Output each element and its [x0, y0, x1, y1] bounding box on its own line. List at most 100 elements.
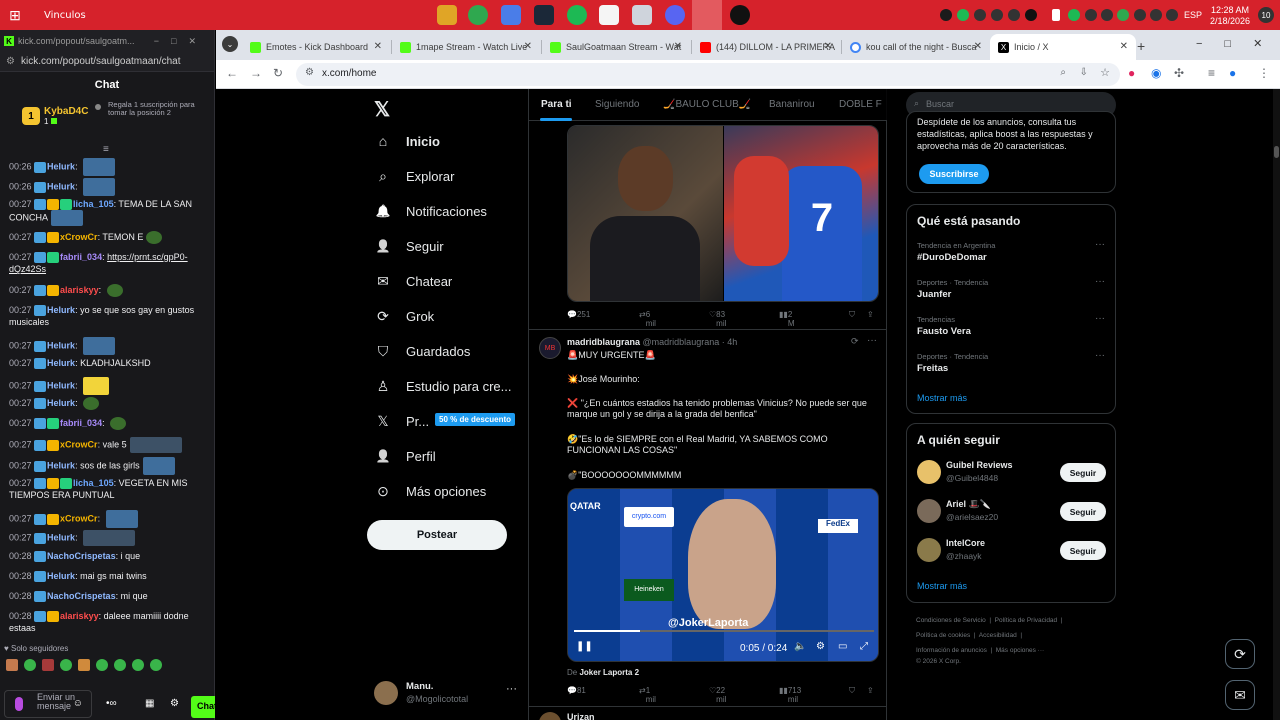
bookmark-icon[interactable]: ⛉: [849, 686, 855, 696]
trend-name[interactable]: Freitas: [917, 363, 948, 374]
tab-kick-dashboard[interactable]: Emotes - Kick Dashboard ✕: [242, 34, 390, 60]
message-username[interactable]: Helurk: [47, 181, 75, 191]
bookmark-icon[interactable]: ⛉: [849, 310, 855, 320]
store-icon[interactable]: ▦: [145, 698, 154, 709]
back-icon[interactable]: ←: [226, 66, 238, 80]
nav-item-studio[interactable]: ♙ Estudio para cre...: [374, 374, 512, 398]
footer-link[interactable]: Política de cookies: [916, 632, 970, 639]
reload-icon[interactable]: ↻: [273, 66, 283, 80]
trend-more-icon[interactable]: ···: [1095, 239, 1105, 250]
app-icon-2[interactable]: [632, 5, 652, 25]
window-controls[interactable]: −□✕: [1196, 37, 1280, 50]
emote[interactable]: [96, 659, 108, 671]
reply-button[interactable]: 💬 81: [567, 686, 586, 695]
message-username[interactable]: Helurk: [47, 532, 75, 542]
tray-icon[interactable]: [1134, 9, 1146, 21]
footer-link[interactable]: Información de anuncios: [916, 647, 987, 654]
who-show-more[interactable]: Mostrar más: [917, 581, 967, 591]
video-progress[interactable]: [574, 630, 874, 632]
share-icon[interactable]: ⇪: [867, 686, 874, 695]
author-name[interactable]: madridblaugrana: [567, 337, 640, 347]
tweet-image[interactable]: 7: [567, 125, 879, 302]
trend-name[interactable]: Juanfer: [917, 289, 951, 300]
nav-item-bookmark[interactable]: ⛉ Guardados: [374, 339, 471, 363]
pinned-menu-icon[interactable]: ≡: [103, 144, 109, 155]
mic-icon[interactable]: [1052, 9, 1060, 21]
tray-icon[interactable]: [1117, 9, 1129, 21]
tab-close-icon[interactable]: ✕: [524, 41, 532, 52]
emote[interactable]: [114, 659, 126, 671]
emote[interactable]: [83, 337, 116, 355]
x-logo-icon[interactable]: 𝕏: [374, 97, 390, 122]
forward-icon[interactable]: →: [250, 66, 262, 80]
emote[interactable]: [83, 377, 110, 395]
windows-start-icon[interactable]: ⊞: [0, 0, 30, 30]
message-username[interactable]: Helurk: [47, 460, 75, 470]
trends-show-more[interactable]: Mostrar más: [917, 393, 967, 403]
tab-close-icon[interactable]: ✕: [374, 41, 382, 52]
tray-icon[interactable]: [1025, 9, 1037, 21]
message-username[interactable]: alariskyy: [60, 611, 99, 621]
tab-baulo-club[interactable]: 🏒BAULO CLUB🏒: [663, 99, 751, 110]
chrome-menu-icon[interactable]: ⋮: [1258, 66, 1270, 80]
volume-icon[interactable]: [1101, 9, 1113, 21]
grok-fab-icon[interactable]: ⟳: [1225, 639, 1255, 669]
install-icon[interactable]: ⇩: [1080, 67, 1088, 78]
zoom-icon[interactable]: ⌕: [1060, 67, 1066, 78]
message-username[interactable]: Helurk: [47, 380, 75, 390]
messages-fab-icon[interactable]: ✉: [1225, 680, 1255, 710]
avatar[interactable]: [917, 538, 941, 562]
emote[interactable]: [150, 659, 162, 671]
message-username[interactable]: fabrii_034: [60, 252, 102, 262]
share-icon[interactable]: ⇪: [867, 310, 874, 319]
profile-avatar-icon[interactable]: ●: [1229, 66, 1236, 80]
footer-link[interactable]: Más opciones ···: [996, 647, 1044, 654]
emote[interactable]: [83, 397, 100, 411]
suggested-user-name[interactable]: IntelCore: [946, 538, 985, 548]
bookmark-star-icon[interactable]: ☆: [1100, 66, 1110, 79]
nav-item-more-circle[interactable]: ⊙ Más opciones: [374, 479, 486, 503]
steam-icon[interactable]: [534, 5, 554, 25]
tab-x-home[interactable]: X Inicio / X ✕: [990, 34, 1136, 60]
like-button[interactable]: ♡ 83 mil: [709, 310, 726, 328]
emote[interactable]: [106, 284, 123, 298]
mic-icon[interactable]: [15, 697, 23, 711]
emote[interactable]: [142, 457, 175, 475]
chat-input[interactable]: Enviar un mensaje ☺: [4, 690, 92, 718]
message-username[interactable]: xCrowCr: [60, 439, 98, 449]
trend-more-icon[interactable]: ···: [1095, 313, 1105, 324]
views-button[interactable]: ▮▮ 713 mil: [779, 686, 801, 704]
media-controls-icon[interactable]: ≡: [1208, 66, 1215, 80]
like-button[interactable]: ♡ 22 mil: [709, 686, 726, 704]
emote[interactable]: [78, 659, 90, 671]
views-button[interactable]: ▮▮ 2 M: [779, 310, 794, 328]
trend-more-icon[interactable]: ···: [1095, 276, 1105, 287]
emote[interactable]: [105, 510, 138, 528]
emote[interactable]: [42, 659, 54, 671]
pip-icon[interactable]: ▭: [838, 641, 847, 652]
chrome-active-icon[interactable]: [692, 0, 722, 30]
tray-icon[interactable]: [940, 9, 952, 21]
tab-close-icon[interactable]: ✕: [1120, 41, 1128, 52]
chrome-icon[interactable]: [468, 5, 488, 25]
tab-following[interactable]: Siguiendo: [595, 99, 639, 110]
reply-button[interactable]: 💬 251: [567, 310, 590, 319]
account-switcher[interactable]: Manu. @Mogolicototal ···: [374, 679, 524, 709]
tray-icon[interactable]: [974, 9, 986, 21]
suggested-user-name[interactable]: Ariel 🎩🔪: [946, 499, 991, 510]
message-username[interactable]: Helurk: [47, 398, 75, 408]
emote[interactable]: [83, 530, 136, 546]
emote[interactable]: [132, 659, 144, 671]
message-username[interactable]: Helurk: [47, 305, 75, 315]
emoji-icon[interactable]: ☺: [73, 699, 83, 709]
tweet-video[interactable]: QATAR crypto.com Heineken FedEx @JokerLa…: [567, 488, 879, 662]
nav-item-bell[interactable]: 🔔 Notificaciones: [374, 199, 487, 223]
settings-icon[interactable]: ⚙: [170, 698, 179, 709]
emote[interactable]: [146, 231, 163, 245]
tray-icon[interactable]: [1085, 9, 1097, 21]
source-name[interactable]: Joker Laporta 2: [579, 668, 639, 677]
tab-search-icon[interactable]: ⌄: [222, 36, 238, 52]
site-info-icon[interactable]: ⚙: [6, 56, 15, 67]
nav-item-x-logo[interactable]: 𝕏 Pr...: [374, 409, 429, 433]
emote[interactable]: [83, 178, 116, 196]
